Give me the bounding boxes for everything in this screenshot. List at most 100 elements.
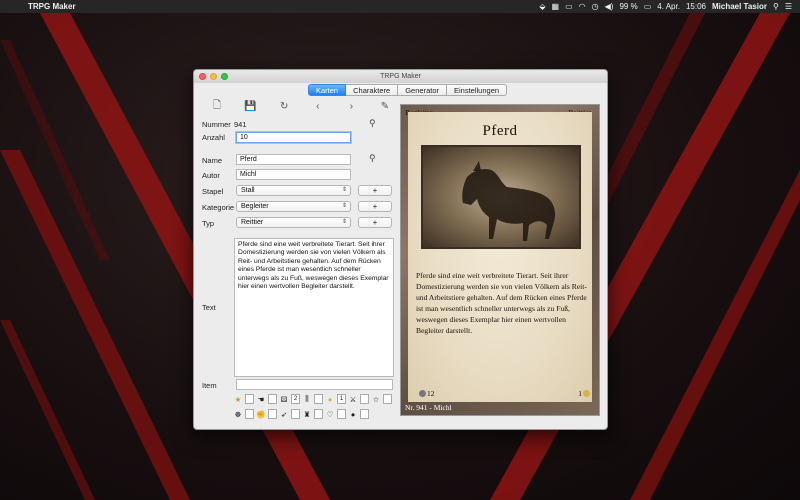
tab-karten[interactable]: Karten [308, 84, 347, 96]
edit-icon[interactable]: ✎ [378, 101, 392, 112]
refresh-icon[interactable]: ↻ [277, 101, 291, 112]
typ-select[interactable]: Reittier ⇕ [236, 217, 351, 228]
heart-icon: ♡ [326, 409, 334, 419]
shirt-icon: ♜ [303, 409, 311, 419]
wifi-icon[interactable]: ◠ [579, 2, 586, 11]
symbol-row-1: ★ ☚ ⚄ 2 ⫼ ● 1 ⚔ ☆ [233, 394, 392, 404]
stapel-select[interactable]: Stall ⇕ [236, 185, 351, 196]
coin-icon: ● [327, 394, 333, 404]
dice-icon: ⚄ [280, 394, 288, 404]
shirt-value-field[interactable] [314, 409, 323, 419]
text-label: Text [202, 303, 216, 312]
app-menu-name[interactable]: TRPG Maker [28, 2, 76, 11]
add-stapel-button[interactable]: + [358, 185, 392, 196]
spotlight-icon[interactable]: ⚲ [773, 2, 779, 11]
dice-value-field[interactable]: 2 [291, 394, 300, 404]
cost-coin-icon [419, 390, 426, 397]
menubar-time[interactable]: 15:06 [686, 2, 706, 11]
coin-value-field[interactable]: 1 [337, 394, 346, 404]
notification-center-icon[interactable]: ☰ [785, 2, 792, 11]
tab-bar: Karten Charaktere Generator Einstellunge… [308, 84, 508, 96]
star-outline-value-field[interactable] [383, 394, 392, 404]
previous-icon[interactable]: ‹ [311, 101, 325, 112]
stapel-label: Stapel [202, 187, 224, 196]
menubar-user[interactable]: Michael Tasior [712, 2, 767, 11]
battery-icon[interactable]: ▭ [644, 2, 652, 11]
fist-icon: ✊ [256, 409, 266, 419]
stapel-select-value: Stall [241, 187, 255, 194]
search-name-icon[interactable]: ⚲ [369, 153, 376, 164]
tab-einstellungen[interactable]: Einstellungen [447, 84, 508, 96]
menubar-date: 4. Apr. [657, 2, 680, 11]
typ-stepper-icon: ⇕ [341, 219, 347, 225]
app-window: TRPG Maker Karten Charaktere Generator E… [193, 69, 608, 430]
horse-silhouette-icon [462, 161, 556, 241]
kategorie-label: Kategorie [202, 203, 235, 212]
typ-label: Typ [202, 219, 215, 228]
kategorie-select-value: Begleiter [241, 203, 269, 210]
stapel-stepper-icon: ⇕ [341, 187, 347, 193]
search-number-icon[interactable]: ⚲ [369, 118, 376, 129]
bug-value-field[interactable] [245, 409, 254, 419]
item-label: Item [202, 381, 217, 390]
nummer-value: 941 [234, 120, 247, 129]
anzahl-field[interactable]: 10 [236, 132, 351, 143]
bug-icon: ☸ [234, 409, 242, 419]
name-field[interactable]: Pferd [236, 154, 351, 165]
battery-percentage: 99 % [619, 2, 638, 11]
add-typ-button[interactable]: + [358, 217, 392, 228]
airplay-icon[interactable]: ▭ [565, 2, 573, 11]
card-stats: 12 1 [419, 389, 591, 398]
dropbox-icon[interactable]: ⬙ [539, 2, 545, 11]
autor-field[interactable]: Michl [236, 169, 351, 180]
chart-icon: ⫼ [305, 394, 309, 403]
card-gold-value: 1 [578, 389, 582, 398]
card-text: Pferde sind eine weit verbreitete Tierar… [416, 271, 587, 335]
minimize-icon[interactable] [210, 73, 217, 80]
fist-value-field[interactable] [268, 409, 277, 419]
kategorie-select[interactable]: Begleiter ⇕ [236, 201, 351, 212]
star-icon: ★ [234, 394, 242, 404]
zoom-icon[interactable] [221, 73, 228, 80]
glove-icon: ☚ [257, 394, 265, 404]
close-icon[interactable] [199, 73, 206, 80]
anzahl-label: Anzahl [202, 133, 225, 142]
add-kategorie-button[interactable]: + [358, 201, 392, 212]
gold-coin-icon [583, 390, 590, 397]
volume-icon[interactable]: ◀) [605, 2, 614, 11]
tab-charaktere[interactable]: Charaktere [346, 84, 399, 96]
card-horse-image [421, 145, 581, 249]
card-gold: 1 [578, 389, 591, 398]
card-cost: 12 [419, 389, 435, 398]
card-title: Pferd [482, 123, 518, 139]
name-label: Name [202, 156, 223, 165]
editor-toolbar: 🗋 💾 ↻ ‹ › ✎ [210, 99, 392, 113]
card-footer: Nr. 941 - Michl [405, 403, 452, 412]
card-editor-form: 🗋 💾 ↻ ‹ › ✎ Nummer 941 ⚲ Anzahl 10 Name … [202, 98, 394, 420]
tab-generator[interactable]: Generator [398, 84, 447, 96]
dashboard-icon[interactable]: ▦ [552, 2, 560, 11]
new-card-icon[interactable]: 🗋 [210, 98, 224, 115]
time-machine-icon[interactable]: ◷ [592, 2, 599, 11]
nummer-label: Nummer [202, 120, 231, 129]
bomb-icon: ● [350, 409, 356, 419]
chart-value-field[interactable] [314, 394, 323, 404]
autor-label: Autor [202, 171, 220, 180]
star-value-field[interactable] [245, 394, 254, 404]
crossed-swords-icon: ⚔ [349, 394, 357, 404]
card-preview: Begleiter Reittier Pferd Pferde sind ein… [400, 104, 600, 416]
menu-bar: TRPG Maker ⬙ ▦ ▭ ◠ ◷ ◀) 99 % ▭ 4. Apr. 1… [0, 0, 800, 13]
glove-value-field[interactable] [268, 394, 277, 404]
wing-icon: ➶ [280, 409, 288, 419]
symbol-row-2: ☸ ✊ ➶ ♜ ♡ ● [233, 409, 369, 419]
save-icon[interactable]: 💾 [244, 101, 258, 112]
bomb-value-field[interactable] [360, 409, 369, 419]
card-text-area[interactable]: Pferde sind eine weit verbreitete Tierar… [234, 238, 394, 377]
window-title: TRPG Maker [380, 73, 421, 80]
heart-value-field[interactable] [337, 409, 346, 419]
swords-value-field[interactable] [360, 394, 369, 404]
item-field[interactable] [236, 379, 393, 390]
next-icon[interactable]: › [344, 101, 358, 112]
wing-value-field[interactable] [291, 409, 300, 419]
window-titlebar[interactable]: TRPG Maker [194, 70, 607, 83]
